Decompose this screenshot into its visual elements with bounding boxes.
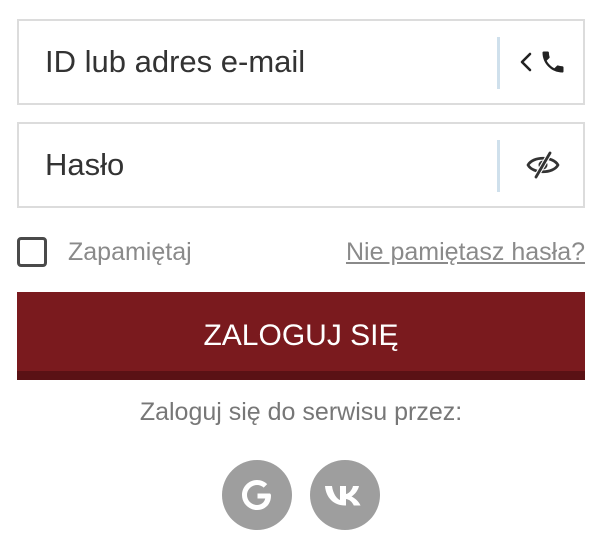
vk-icon [323, 481, 367, 509]
login-field [17, 19, 585, 105]
forgot-password-link[interactable]: Nie pamiętasz hasła? [346, 238, 585, 267]
social-login-buttons [0, 460, 602, 530]
remember-me[interactable]: Zapamiętaj [17, 232, 192, 272]
phone-login-toggle[interactable] [503, 21, 583, 103]
password-field [17, 122, 585, 208]
login-input[interactable] [19, 21, 495, 103]
google-login-button[interactable] [222, 460, 292, 530]
chevron-left-icon [519, 51, 533, 73]
eye-slash-icon [525, 151, 561, 179]
login-form: Zapamiętaj Nie pamiętasz hasła? ZALOGUJ … [0, 0, 602, 556]
login-button-label: ZALOGUJ SIĘ [203, 319, 399, 352]
social-login-caption: Zaloguj się do serwisu przez: [139, 398, 463, 426]
google-icon [237, 475, 277, 515]
remember-label: Zapamiętaj [68, 237, 192, 266]
field-separator [497, 37, 500, 89]
phone-icon [539, 48, 567, 76]
password-input[interactable] [19, 124, 495, 206]
password-visibility-toggle[interactable] [503, 124, 583, 206]
login-button[interactable]: ZALOGUJ SIĘ [17, 292, 585, 380]
vk-login-button[interactable] [310, 460, 380, 530]
remember-checkbox[interactable] [17, 237, 47, 267]
field-separator [497, 140, 500, 192]
